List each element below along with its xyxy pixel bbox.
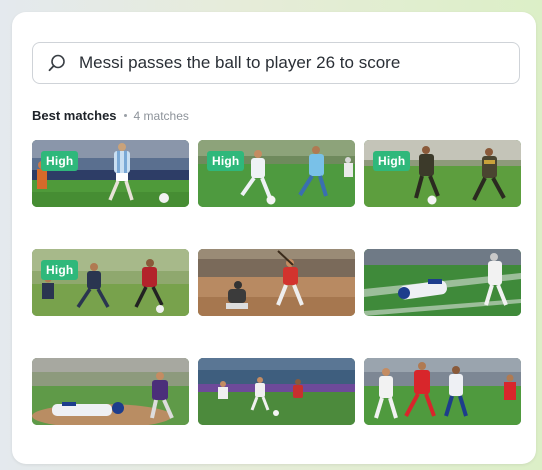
match-badge: High [207,151,245,171]
separator-dot [123,114,127,117]
results-grid: High High High High [32,140,521,425]
result-thumbnail[interactable]: High [364,140,521,207]
match-badge: High [41,260,79,280]
thumbnail-image [364,249,521,316]
results-header: Best matches 4 matches [32,108,189,123]
result-thumbnail[interactable] [364,358,521,425]
results-count: 4 matches [133,109,189,123]
thumbnail-image [364,358,521,425]
match-badge: High [373,151,411,171]
thumbnail-image [32,358,189,425]
result-thumbnail[interactable]: High [32,249,189,316]
search-icon [48,54,65,72]
result-thumbnail[interactable] [198,249,355,316]
result-thumbnail[interactable] [32,358,189,425]
result-thumbnail[interactable] [364,249,521,316]
result-thumbnail[interactable] [198,358,355,425]
result-thumbnail[interactable]: High [198,140,355,207]
result-thumbnail[interactable]: High [32,140,189,207]
search-results-panel: Best matches 4 matches [12,12,536,464]
search-input[interactable] [79,53,499,73]
thumbnail-image [198,249,355,316]
thumbnail-image [198,358,355,425]
results-title: Best matches [32,108,117,123]
match-badge: High [41,151,79,171]
search-bar[interactable] [32,42,520,84]
